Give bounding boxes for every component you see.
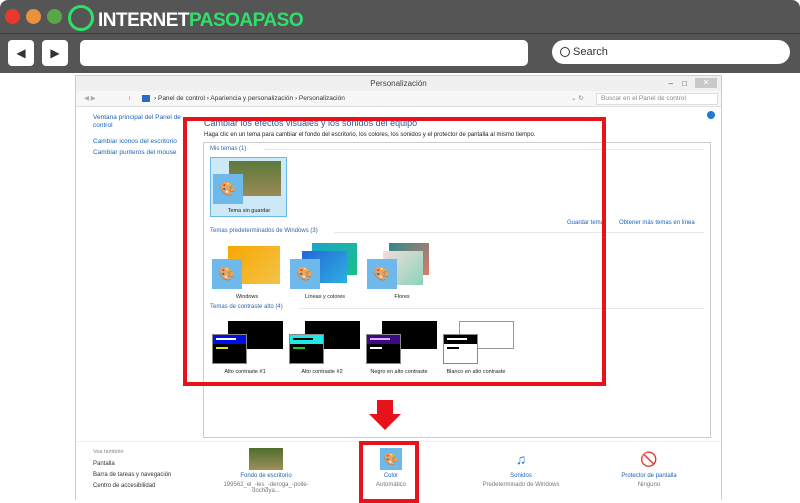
maximize-dot[interactable] <box>47 9 62 24</box>
url-bar[interactable] <box>80 40 528 66</box>
help-icon[interactable] <box>707 111 715 119</box>
logo-part2: PASOAPASO <box>189 10 304 31</box>
sounds-label: Sonidos <box>510 473 532 479</box>
get-more-themes-link[interactable]: Obtener más temas en línea <box>619 220 695 226</box>
crumb-personalization[interactable]: Personalización <box>299 95 345 102</box>
sounds-icon: ♫ <box>515 451 527 467</box>
arrow-head <box>369 414 401 430</box>
screensaver-button[interactable]: 🚫 Protector de pantalla Ninguno <box>594 448 704 488</box>
close-window-button[interactable]: ✕ <box>695 78 717 88</box>
window-search-input[interactable]: Buscar en el Panel de control <box>596 93 718 105</box>
window-title: Personalización <box>370 79 427 88</box>
minimize-window-button[interactable]: – <box>669 76 673 91</box>
see-also-title: Vea también <box>93 449 124 455</box>
up-icon[interactable]: ↑ <box>128 91 131 107</box>
minimize-dot[interactable] <box>26 9 41 24</box>
forward-button[interactable]: ▶ <box>42 40 68 66</box>
desktop-background-label: Fondo de escritorio <box>240 473 292 479</box>
browser-chrome: INTERNETPASOAPASO ◀ ▶ Search <box>0 0 800 73</box>
see-also-taskbar[interactable]: Barra de tareas y navegación <box>93 472 171 478</box>
see-also-display[interactable]: Pantalla <box>93 461 115 467</box>
address-bar: ◀ ▶ ↑ › Panel de control › Apariencia y … <box>76 91 721 107</box>
crumb-appearance[interactable]: Apariencia y personalización <box>210 95 293 102</box>
logo-icon <box>68 5 94 31</box>
close-dot[interactable] <box>5 9 20 24</box>
screensaver-value: Ninguno <box>637 482 661 488</box>
logo: INTERNETPASOAPASO <box>98 10 304 32</box>
desktop-background-value: 199562_el_-les_-deroga_-poile-dochdya... <box>223 482 309 494</box>
divider <box>0 33 800 34</box>
back-button[interactable]: ◀ <box>8 40 34 66</box>
highlight-themes-box <box>183 117 606 386</box>
logo-part1: INTERNET <box>98 10 190 31</box>
screensaver-icon: 🚫 <box>640 451 658 467</box>
crumb-panel[interactable]: Panel de control <box>158 95 205 102</box>
breadcrumb: › Panel de control › Apariencia y person… <box>154 95 345 102</box>
window-titlebar: Personalización ✕ □ – <box>76 76 721 91</box>
sidebar-item-icons[interactable]: Cambiar iconos del escritorio <box>93 138 177 145</box>
sidebar-item-pointers[interactable]: Cambiar punteros del mouse <box>93 149 176 156</box>
sidebar-item-home[interactable]: Ventana principal del Panel de control <box>93 114 193 130</box>
search-input[interactable]: Search <box>552 40 790 64</box>
search-placeholder: Search <box>573 46 608 58</box>
highlight-color-box <box>359 441 419 503</box>
maximize-window-button[interactable]: □ <box>682 76 687 91</box>
search-icon <box>560 47 570 57</box>
refresh-icon[interactable]: ⌄ ↻ <box>571 91 584 107</box>
desktop-background-button[interactable]: Fondo de escritorio 199562_el_-les_-dero… <box>211 448 321 494</box>
sounds-button[interactable]: ♫ Sonidos Predeterminado de Windows <box>466 448 576 488</box>
forest-thumbnail <box>249 448 283 470</box>
control-panel-icon <box>142 95 150 102</box>
arrow-down-icon <box>377 400 393 414</box>
see-also-accessibility[interactable]: Centro de accesibilidad <box>93 483 155 489</box>
sounds-value: Predeterminado de Windows <box>482 482 560 488</box>
back-icon[interactable]: ◀ ▶ <box>84 91 96 107</box>
screensaver-label: Protector de pantalla <box>621 473 677 479</box>
